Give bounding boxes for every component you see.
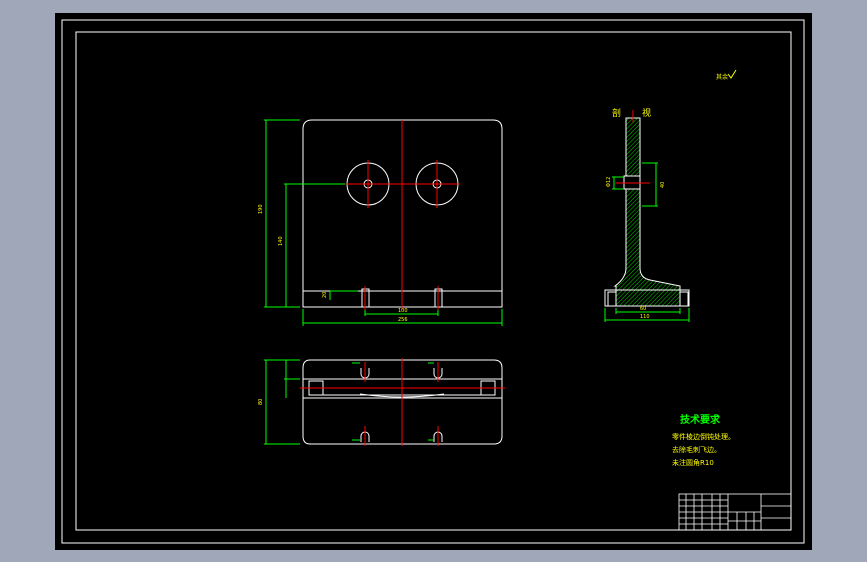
side-base-width-dim: 110 <box>640 314 650 320</box>
drawing-canvas: 190 140 256 100 20 80 剖 视 40 Φ12 110 60 … <box>55 13 812 550</box>
side-hole-spacing-dim: 40 <box>660 182 666 188</box>
tech-req-item-2: 去除毛刺飞边。 <box>672 445 721 454</box>
roughness-note-text: 其余 <box>716 73 728 81</box>
front-hole-height-dim: 140 <box>278 236 284 246</box>
side-base-inner-dim: 60 <box>640 306 646 312</box>
tech-req-item-3: 未注圆角R10 <box>672 458 714 467</box>
tech-req-title: 技术要求 <box>680 413 721 426</box>
side-hole-dia-dim: Φ12 <box>606 177 612 187</box>
front-height-dim: 190 <box>258 204 264 214</box>
front-base-height-dim: 20 <box>322 292 328 298</box>
drawing-sheet <box>55 13 812 550</box>
front-width-dim: 256 <box>398 317 408 323</box>
front-slot-spacing-dim: 100 <box>398 308 408 314</box>
top-depth-dim: 80 <box>258 399 264 405</box>
section-label-left: 剖 <box>612 107 621 119</box>
section-label-right: 视 <box>642 107 651 119</box>
tech-req-item-1: 零件棱边倒钝处理。 <box>672 432 735 441</box>
cad-viewport[interactable]: 190 140 256 100 20 80 剖 视 40 Φ12 110 60 … <box>0 0 867 562</box>
